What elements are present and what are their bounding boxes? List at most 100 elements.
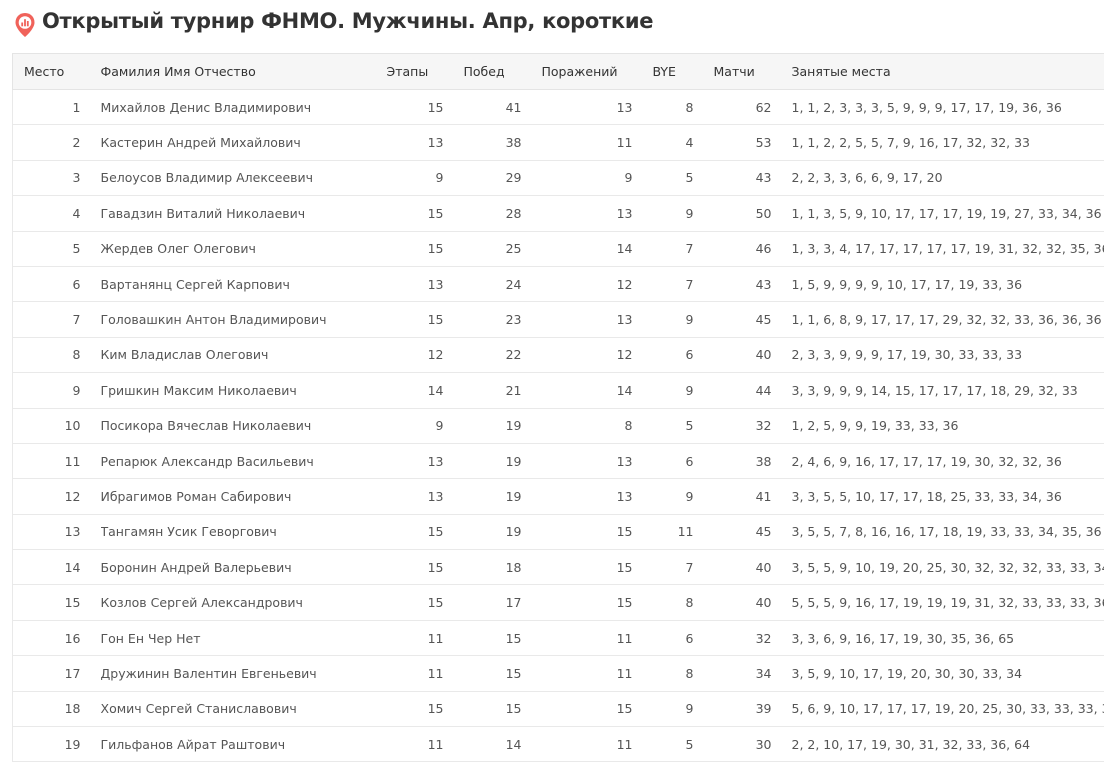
- cell-bye: 5: [653, 408, 714, 443]
- table-row: 3Белоусов Владимир Алексеевич92995432, 2…: [13, 160, 1104, 195]
- cell-bye: 6: [653, 443, 714, 478]
- cell-stages: 14: [387, 373, 464, 408]
- cell-wins: 41: [464, 90, 542, 125]
- cell-player-name: Белоусов Владимир Алексеевич: [101, 160, 387, 195]
- cell-wins: 17: [464, 585, 542, 620]
- cell-wins: 19: [464, 408, 542, 443]
- cell-losses: 11: [542, 727, 653, 762]
- cell-player-name: Боронин Андрей Валерьевич: [101, 550, 387, 585]
- column-header-wins[interactable]: Побед: [464, 54, 542, 90]
- cell-place: 16: [13, 620, 101, 655]
- cell-bye: 6: [653, 620, 714, 655]
- cell-wins: 15: [464, 620, 542, 655]
- cell-wins: 38: [464, 125, 542, 160]
- cell-losses: 15: [542, 691, 653, 726]
- cell-matches: 34: [714, 656, 792, 691]
- cell-losses: 11: [542, 125, 653, 160]
- cell-stages: 15: [387, 196, 464, 231]
- cell-bye: 9: [653, 479, 714, 514]
- cell-matches: 41: [714, 479, 792, 514]
- cell-matches: 32: [714, 408, 792, 443]
- cell-matches: 50: [714, 196, 792, 231]
- cell-player-name: Козлов Сергей Александрович: [101, 585, 387, 620]
- table-row: 7Головашкин Антон Владимирович1523139451…: [13, 302, 1104, 337]
- cell-losses: 13: [542, 479, 653, 514]
- column-header-place[interactable]: Место: [13, 54, 101, 90]
- cell-matches: 62: [714, 90, 792, 125]
- table-row: 2Кастерин Андрей Михайлович1338114531, 1…: [13, 125, 1104, 160]
- cell-player-name: Ким Владислав Олегович: [101, 337, 387, 372]
- column-header-places[interactable]: Занятые места: [792, 54, 1104, 90]
- cell-losses: 13: [542, 196, 653, 231]
- table-header-row: Место Фамилия Имя Отчество Этапы Побед П…: [13, 54, 1104, 90]
- cell-places-taken: 2, 4, 6, 9, 16, 17, 17, 17, 19, 30, 32, …: [792, 443, 1104, 478]
- cell-losses: 11: [542, 620, 653, 655]
- cell-place: 19: [13, 727, 101, 762]
- cell-places-taken: 3, 3, 5, 5, 10, 17, 17, 18, 25, 33, 33, …: [792, 479, 1104, 514]
- cell-stages: 11: [387, 656, 464, 691]
- table-row: 1Михайлов Денис Владимирович1541138621, …: [13, 90, 1104, 125]
- cell-wins: 15: [464, 656, 542, 691]
- cell-place: 15: [13, 585, 101, 620]
- table-row: 17Дружинин Валентин Евгеньевич1115118343…: [13, 656, 1104, 691]
- cell-place: 13: [13, 514, 101, 549]
- cell-bye: 7: [653, 550, 714, 585]
- cell-places-taken: 1, 1, 2, 3, 3, 3, 5, 9, 9, 9, 17, 17, 19…: [792, 90, 1104, 125]
- cell-wins: 19: [464, 514, 542, 549]
- cell-place: 14: [13, 550, 101, 585]
- column-header-matches[interactable]: Матчи: [714, 54, 792, 90]
- cell-place: 4: [13, 196, 101, 231]
- cell-matches: 30: [714, 727, 792, 762]
- cell-matches: 43: [714, 266, 792, 301]
- column-header-losses[interactable]: Поражений: [542, 54, 653, 90]
- cell-matches: 40: [714, 585, 792, 620]
- cell-losses: 8: [542, 408, 653, 443]
- cell-wins: 29: [464, 160, 542, 195]
- cell-places-taken: 2, 2, 10, 17, 19, 30, 31, 32, 33, 36, 64: [792, 727, 1104, 762]
- cell-stages: 9: [387, 408, 464, 443]
- cell-wins: 28: [464, 196, 542, 231]
- column-header-stages[interactable]: Этапы: [387, 54, 464, 90]
- table-row: 10Посикора Вячеслав Николаевич91985321, …: [13, 408, 1104, 443]
- table-row: 12Ибрагимов Роман Сабирович1319139413, 3…: [13, 479, 1104, 514]
- cell-player-name: Кастерин Андрей Михайлович: [101, 125, 387, 160]
- cell-stages: 15: [387, 585, 464, 620]
- cell-places-taken: 1, 5, 9, 9, 9, 9, 10, 17, 17, 19, 33, 36: [792, 266, 1104, 301]
- cell-losses: 14: [542, 231, 653, 266]
- table-row: 8Ким Владислав Олегович1222126402, 3, 3,…: [13, 337, 1104, 372]
- table-row: 16Гон Ен Чер Нет1115116323, 3, 6, 9, 16,…: [13, 620, 1104, 655]
- cell-stages: 12: [387, 337, 464, 372]
- cell-place: 8: [13, 337, 101, 372]
- cell-places-taken: 3, 3, 6, 9, 16, 17, 19, 30, 35, 36, 65: [792, 620, 1104, 655]
- cell-losses: 13: [542, 90, 653, 125]
- cell-player-name: Гавадзин Виталий Николаевич: [101, 196, 387, 231]
- table-row: 4Гавадзин Виталий Николаевич1528139501, …: [13, 196, 1104, 231]
- cell-place: 18: [13, 691, 101, 726]
- cell-losses: 12: [542, 337, 653, 372]
- cell-stages: 13: [387, 443, 464, 478]
- standings-table: Место Фамилия Имя Отчество Этапы Побед П…: [12, 53, 1104, 762]
- cell-places-taken: 2, 3, 3, 9, 9, 9, 17, 19, 30, 33, 33, 33: [792, 337, 1104, 372]
- cell-bye: 9: [653, 196, 714, 231]
- cell-wins: 15: [464, 691, 542, 726]
- cell-matches: 40: [714, 550, 792, 585]
- cell-player-name: Вартанянц Сергей Карпович: [101, 266, 387, 301]
- cell-player-name: Ибрагимов Роман Сабирович: [101, 479, 387, 514]
- cell-places-taken: 2, 2, 3, 3, 6, 6, 9, 17, 20: [792, 160, 1104, 195]
- cell-place: 3: [13, 160, 101, 195]
- cell-place: 11: [13, 443, 101, 478]
- table-row: 11Репарюк Александр Васильевич1319136382…: [13, 443, 1104, 478]
- cell-places-taken: 1, 1, 2, 2, 5, 5, 7, 9, 16, 17, 32, 32, …: [792, 125, 1104, 160]
- cell-place: 9: [13, 373, 101, 408]
- column-header-bye[interactable]: BYE: [653, 54, 714, 90]
- cell-losses: 15: [542, 585, 653, 620]
- cell-bye: 6: [653, 337, 714, 372]
- cell-wins: 22: [464, 337, 542, 372]
- cell-stages: 13: [387, 479, 464, 514]
- cell-bye: 11: [653, 514, 714, 549]
- cell-bye: 8: [653, 90, 714, 125]
- column-header-name[interactable]: Фамилия Имя Отчество: [101, 54, 387, 90]
- cell-matches: 39: [714, 691, 792, 726]
- cell-stages: 15: [387, 691, 464, 726]
- cell-stages: 15: [387, 231, 464, 266]
